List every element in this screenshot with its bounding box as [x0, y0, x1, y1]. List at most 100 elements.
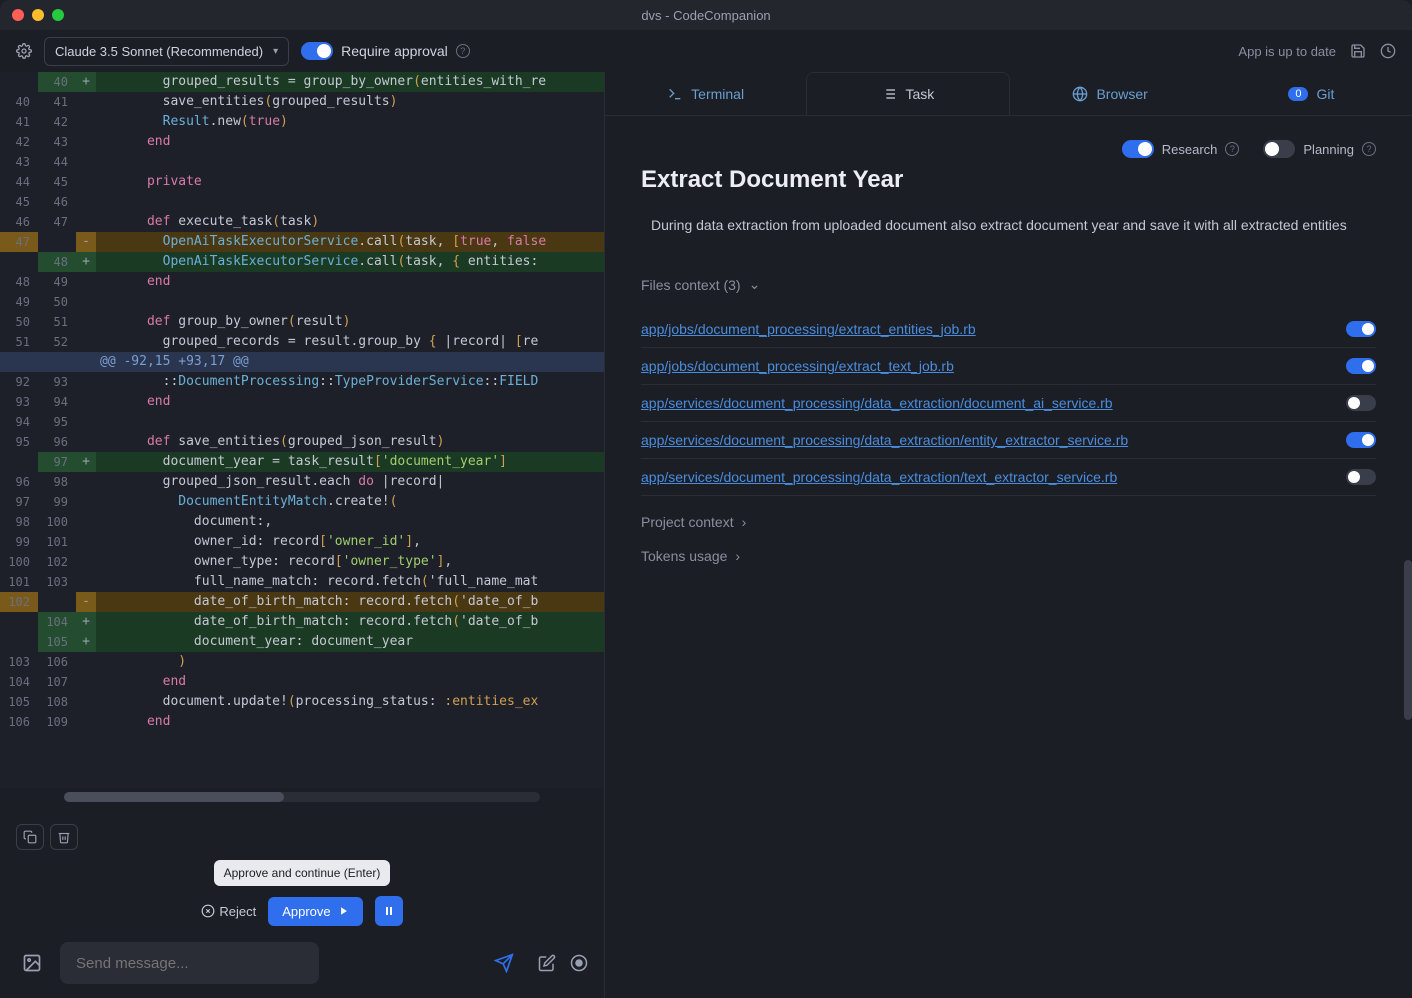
horizontal-scrollbar[interactable] [64, 792, 540, 802]
diff-row[interactable]: 99101 owner_id: record['owner_id'], [0, 532, 604, 552]
settings-icon[interactable] [16, 43, 32, 59]
diff-row[interactable]: 9495 [0, 412, 604, 432]
diff-row[interactable]: 9293 ::DocumentProcessing::TypeProviderS… [0, 372, 604, 392]
file-link[interactable]: app/services/document_processing/data_ex… [641, 469, 1117, 485]
tab-task[interactable]: Task [806, 72, 1009, 115]
tab-terminal[interactable]: Terminal [605, 72, 806, 115]
files-list: app/jobs/document_processing/extract_ent… [641, 311, 1376, 496]
diff-row[interactable]: 4950 [0, 292, 604, 312]
require-approval-toggle[interactable] [301, 42, 333, 60]
diff-viewer[interactable]: 40+ grouped_results = group_by_owner(ent… [0, 72, 604, 788]
diff-row[interactable]: 4849 end [0, 272, 604, 292]
tabs: Terminal Task Browser 0 Git [605, 72, 1412, 116]
approve-button[interactable]: Approve [268, 897, 362, 926]
diff-row[interactable]: 48+ OpenAiTaskExecutorService.call(task,… [0, 252, 604, 272]
record-icon[interactable] [570, 954, 588, 972]
file-row: app/services/document_processing/data_ex… [641, 385, 1376, 422]
trash-icon[interactable] [50, 824, 78, 850]
diff-row[interactable]: @@ -92,15 +93,17 @@ [0, 352, 604, 372]
help-icon[interactable]: ? [1362, 142, 1376, 156]
require-approval-label: Require approval [341, 43, 448, 59]
diff-row[interactable]: 105108 document.update!(processing_statu… [0, 692, 604, 712]
diff-row[interactable]: 105+ document_year: document_year [0, 632, 604, 652]
reject-button[interactable]: Reject [201, 904, 256, 919]
file-link[interactable]: app/jobs/document_processing/extract_tex… [641, 358, 954, 374]
tab-git-label: Git [1316, 86, 1334, 102]
chevron-down-icon: ⌄ [749, 276, 761, 293]
attach-image-icon[interactable] [16, 944, 48, 982]
tab-browser[interactable]: Browser [1010, 72, 1211, 115]
file-toggle[interactable] [1346, 321, 1376, 337]
pause-button[interactable] [375, 896, 403, 926]
diff-row[interactable]: 5152 grouped_records = result.group_by {… [0, 332, 604, 352]
planning-toggle-group: Planning ? [1263, 140, 1376, 158]
diff-row[interactable]: 9799 DocumentEntityMatch.create!( [0, 492, 604, 512]
research-toggle-group: Research ? [1122, 140, 1240, 158]
diff-row[interactable]: 4546 [0, 192, 604, 212]
tab-task-label: Task [905, 86, 934, 102]
diff-row[interactable]: 47- OpenAiTaskExecutorService.call(task,… [0, 232, 604, 252]
file-link[interactable]: app/services/document_processing/data_ex… [641, 395, 1113, 411]
file-row: app/jobs/document_processing/extract_ent… [641, 311, 1376, 348]
diff-row[interactable]: 106109 end [0, 712, 604, 732]
diff-row[interactable]: 4647 def execute_task(task) [0, 212, 604, 232]
send-icon[interactable] [494, 953, 514, 973]
task-description: During data extraction from uploaded doc… [641, 214, 1376, 236]
diff-row[interactable]: 98100 document:, [0, 512, 604, 532]
titlebar: dvs - CodeCompanion [0, 0, 1412, 30]
save-icon[interactable] [1350, 43, 1366, 59]
diff-row[interactable]: 4041 save_entities(grouped_results) [0, 92, 604, 112]
diff-row[interactable]: 9394 end [0, 392, 604, 412]
file-toggle[interactable] [1346, 395, 1376, 411]
planning-label: Planning [1303, 142, 1354, 157]
message-input[interactable] [60, 942, 319, 984]
files-context-label: Files context (3) [641, 277, 741, 293]
diff-row[interactable]: 101103 full_name_match: record.fetch('fu… [0, 572, 604, 592]
vertical-scrollbar-thumb[interactable] [1404, 560, 1412, 720]
copy-icon[interactable] [16, 824, 44, 850]
help-icon[interactable]: ? [1225, 142, 1239, 156]
file-row: app/jobs/document_processing/extract_tex… [641, 348, 1376, 385]
model-select[interactable]: Claude 3.5 Sonnet (Recommended) ▾ [44, 37, 289, 66]
project-context-header[interactable]: Project context › [641, 514, 1376, 530]
tokens-usage-header[interactable]: Tokens usage › [641, 548, 1376, 564]
research-toggle[interactable] [1122, 140, 1154, 158]
research-label: Research [1162, 142, 1218, 157]
right-pane: Terminal Task Browser 0 Git [605, 72, 1412, 998]
file-toggle[interactable] [1346, 432, 1376, 448]
file-link[interactable]: app/services/document_processing/data_ex… [641, 432, 1128, 448]
diff-row[interactable]: 9596 def save_entities(grouped_json_resu… [0, 432, 604, 452]
file-toggle[interactable] [1346, 469, 1376, 485]
diff-row[interactable]: 100102 owner_type: record['owner_type'], [0, 552, 604, 572]
diff-row[interactable]: 40+ grouped_results = group_by_owner(ent… [0, 72, 604, 92]
tab-terminal-label: Terminal [691, 86, 744, 102]
diff-row[interactable]: 97+ document_year = task_result['documen… [0, 452, 604, 472]
diff-row[interactable]: 103106 ) [0, 652, 604, 672]
diff-row[interactable]: 9698 grouped_json_result.each do |record… [0, 472, 604, 492]
file-row: app/services/document_processing/data_ex… [641, 459, 1376, 496]
file-row: app/services/document_processing/data_ex… [641, 422, 1376, 459]
diff-row[interactable]: 104+ date_of_birth_match: record.fetch('… [0, 612, 604, 632]
file-toggle[interactable] [1346, 358, 1376, 374]
file-link[interactable]: app/jobs/document_processing/extract_ent… [641, 321, 976, 337]
help-icon[interactable]: ? [456, 44, 470, 58]
tab-git[interactable]: 0 Git [1211, 72, 1412, 115]
diff-row[interactable]: 4243 end [0, 132, 604, 152]
chevron-down-icon: ▾ [273, 46, 278, 57]
diff-row[interactable]: 102- date_of_birth_match: record.fetch('… [0, 592, 604, 612]
edit-icon[interactable] [538, 954, 556, 972]
planning-toggle[interactable] [1263, 140, 1295, 158]
diff-row[interactable]: 104107 end [0, 672, 604, 692]
diff-row[interactable]: 5051 def group_by_owner(result) [0, 312, 604, 332]
diff-row[interactable]: 4445 private [0, 172, 604, 192]
diff-row[interactable]: 4142 Result.new(true) [0, 112, 604, 132]
model-select-label: Claude 3.5 Sonnet (Recommended) [55, 44, 263, 59]
tab-browser-label: Browser [1096, 86, 1147, 102]
app-status: App is up to date [1238, 44, 1336, 59]
diff-row[interactable]: 4344 [0, 152, 604, 172]
approve-tooltip: Approve and continue (Enter) [214, 860, 391, 886]
files-context-header[interactable]: Files context (3) ⌄ [641, 276, 1376, 293]
git-badge: 0 [1288, 87, 1308, 101]
history-icon[interactable] [1380, 43, 1396, 59]
action-bar: Approve and continue (Enter) Reject Appr… [0, 806, 604, 934]
